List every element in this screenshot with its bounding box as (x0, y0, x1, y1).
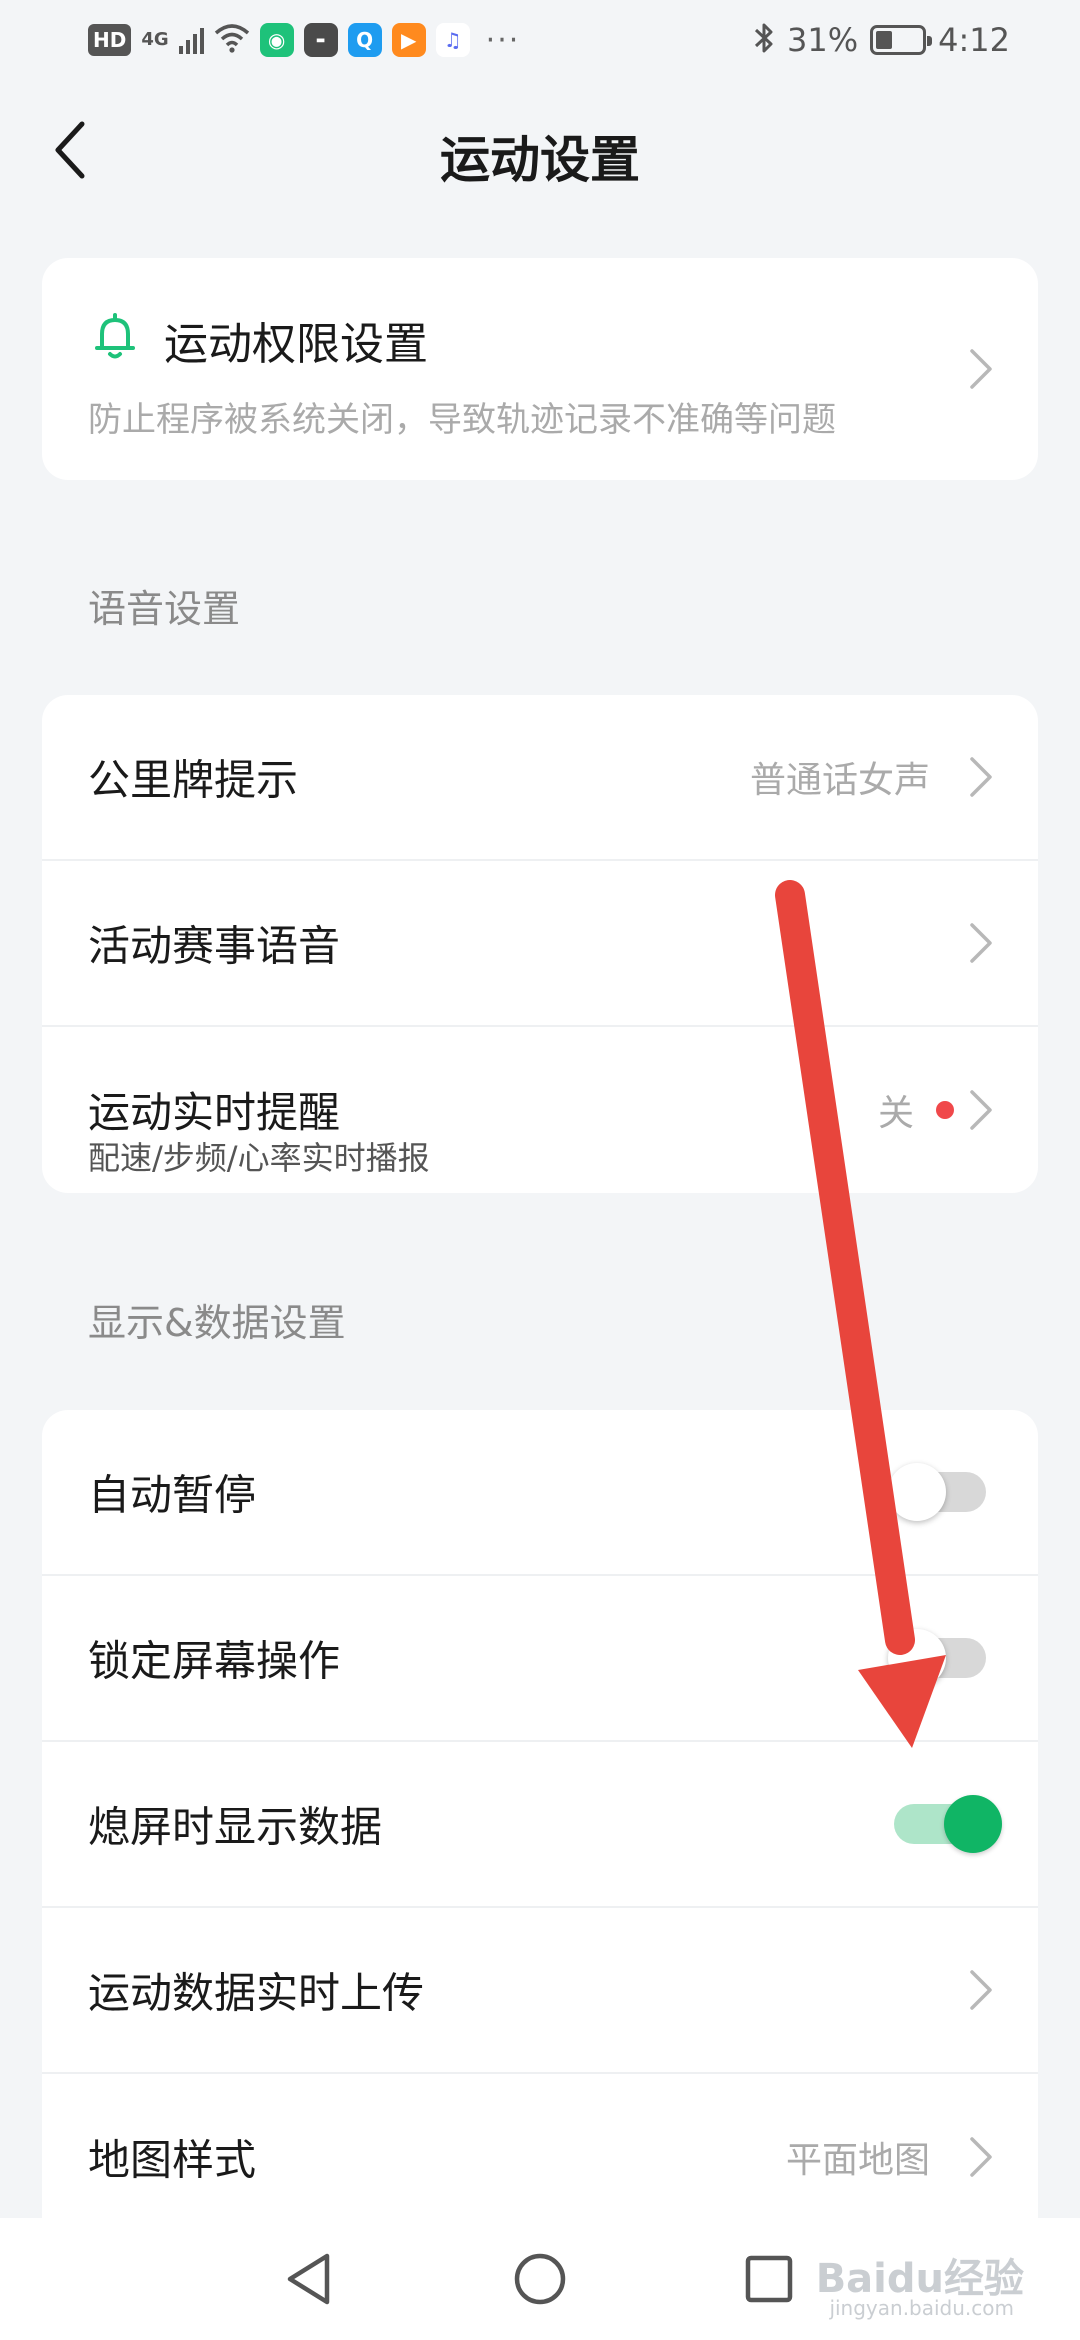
list-item-realtime-reminder[interactable]: 运动实时提醒 配速/步频/心率实时播报 关 (42, 1027, 1038, 1193)
bell-icon (95, 313, 135, 359)
square-recents-icon (745, 2255, 793, 2303)
row-label: 地图样式 (88, 2135, 257, 2185)
app-search-icon: Q (347, 23, 382, 57)
display-section-title: 显示&数据设置 (88, 1301, 346, 1345)
app-video-icon: ▶ (391, 23, 426, 57)
circle-home-icon (514, 2253, 566, 2305)
permission-title: 运动权限设置 (164, 319, 428, 370)
chevron-right-icon (970, 757, 992, 797)
new-badge-dot (936, 1101, 954, 1119)
chevron-right-icon (970, 2137, 992, 2177)
list-item-screen-off-data: 熄屏时显示数据 (42, 1742, 1038, 1908)
nav-home-button[interactable] (507, 2246, 573, 2312)
row-label: 活动赛事语音 (88, 921, 341, 971)
status-left: HD 4G ◉ ▬ Q ▶ ♫ ··· (88, 18, 520, 62)
chevron-right-icon (970, 1970, 992, 2010)
chevron-right-icon (970, 349, 992, 389)
hd-badge: HD (88, 24, 132, 56)
row-label: 锁定屏幕操作 (88, 1636, 341, 1686)
battery-percent: 31% (787, 21, 859, 59)
list-item-realtime-upload[interactable]: 运动数据实时上传 (42, 1908, 1038, 2074)
list-item-map-style[interactable]: 地图样式 平面地图 (42, 2074, 1038, 2240)
clock: 4:12 (938, 21, 1010, 59)
permission-card[interactable]: 运动权限设置 防止程序被系统关闭，导致轨迹记录不准确等问题 (42, 258, 1038, 480)
app-green-icon: ◉ (259, 23, 294, 57)
list-item-event-voice[interactable]: 活动赛事语音 (42, 861, 1038, 1027)
row-value: 普通话女声 (749, 760, 930, 801)
triangle-back-icon (287, 2253, 330, 2305)
list-item-km-tip[interactable]: 公里牌提示 普通话女声 (42, 695, 1038, 861)
battery-icon (870, 25, 933, 55)
nav-recents-button[interactable] (736, 2246, 802, 2312)
app-dark-icon: ▬ (303, 23, 338, 57)
voice-section-title: 语音设置 (88, 587, 241, 631)
toggle-knob (888, 1629, 946, 1687)
auto-pause-toggle[interactable] (888, 1463, 986, 1521)
music-icon: ♫ (435, 23, 470, 57)
row-label: 运动实时提醒 (88, 1088, 341, 1137)
row-label: 自动暂停 (88, 1470, 257, 1520)
display-settings-card: 自动暂停 锁定屏幕操作 熄屏时显示数据 运动数据实时上传 地图样式 平面地图 (42, 1410, 1038, 2260)
chevron-right-icon (970, 923, 992, 963)
page-title: 运动设置 (440, 131, 640, 189)
more-notifications-icon: ··· (485, 22, 521, 58)
screen-off-data-toggle[interactable] (894, 1795, 1002, 1853)
status-bar: HD 4G ◉ ▬ Q ▶ ♫ ··· 31% 4:12 (0, 0, 1080, 80)
chevron-right-icon (970, 1090, 992, 1130)
network-type: 4G (141, 29, 169, 50)
list-item-lock-screen: 锁定屏幕操作 (42, 1576, 1038, 1742)
permission-subtitle: 防止程序被系统关闭，导致轨迹记录不准确等问题 (88, 400, 836, 440)
row-label: 熄屏时显示数据 (88, 1802, 383, 1852)
toggle-knob (888, 1463, 946, 1521)
list-item-auto-pause: 自动暂停 (42, 1410, 1038, 1576)
status-right: 31% 4:12 (753, 18, 1010, 62)
app-header: 运动设置 (0, 80, 1080, 220)
row-value: 关 (877, 1093, 914, 1134)
row-value: 平面地图 (785, 2140, 930, 2181)
signal-icon (178, 26, 204, 54)
voice-settings-card: 公里牌提示 普通话女声 活动赛事语音 运动实时提醒 配速/步频/心率实时播报 关 (42, 695, 1038, 1193)
row-label: 运动数据实时上传 (88, 1968, 425, 2018)
row-label: 公里牌提示 (88, 755, 299, 805)
nav-back-button[interactable] (275, 2246, 341, 2312)
watermark-url: jingyan.baidu.com (829, 2296, 1014, 2320)
bluetooth-icon (753, 21, 775, 59)
row-subtitle: 配速/步频/心率实时播报 (88, 1139, 430, 1177)
wifi-icon (214, 23, 250, 57)
lock-screen-toggle[interactable] (888, 1629, 986, 1687)
toggle-knob (944, 1795, 1002, 1853)
screen: HD 4G ◉ ▬ Q ▶ ♫ ··· 31% 4:12 运动设置 运动权限设置… (0, 0, 1080, 2340)
